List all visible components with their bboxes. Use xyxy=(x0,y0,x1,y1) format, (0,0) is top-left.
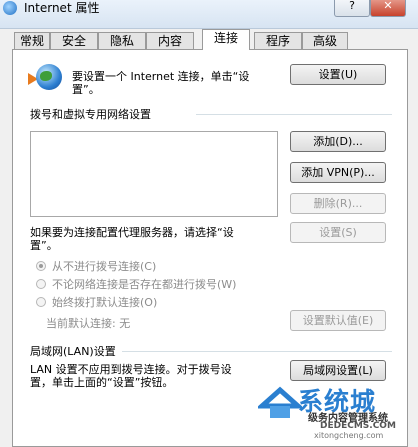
watermark-url-2: xitongcheng.com xyxy=(314,431,384,440)
tab-privacy[interactable]: 隐私 xyxy=(98,32,146,49)
tab-general[interactable]: 常规 xyxy=(14,32,50,49)
proxy-text-line1: 如果要为连接配置代理服务器，请选择“设 xyxy=(30,226,234,239)
add-vpn-button[interactable]: 添加 VPN(P)... xyxy=(290,162,386,183)
section-divider xyxy=(122,351,392,352)
lan-text-line2: 置，单击上面的“设置”按钮。 xyxy=(30,376,174,389)
tab-programs[interactable]: 程序 xyxy=(254,32,302,49)
globe-icon xyxy=(36,64,62,90)
window-title: Internet 属性 xyxy=(24,1,100,15)
radio-never-dial[interactable] xyxy=(36,261,46,271)
radio-always-dial[interactable] xyxy=(36,297,46,307)
help-button[interactable]: ? xyxy=(334,0,370,17)
title-bar: Internet 属性 ? ✕ xyxy=(0,0,418,29)
current-default-connection: 当前默认连接: 无 xyxy=(46,317,131,330)
radio-dial-when-no-network[interactable] xyxy=(36,279,46,289)
connections-list[interactable] xyxy=(30,131,278,217)
setup-text-line2: 置”。 xyxy=(72,83,100,96)
lan-heading: 局域网(LAN)设置 xyxy=(30,345,116,358)
setup-button[interactable]: 设置(U) xyxy=(290,64,386,85)
tab-advanced[interactable]: 高级 xyxy=(302,32,348,49)
dialup-heading: 拨号和虚拟专用网络设置 xyxy=(30,108,151,121)
close-button[interactable]: ✕ xyxy=(370,0,406,17)
proxy-text-line2: 置”。 xyxy=(30,239,58,252)
radio-dial-when-no-network-label: 不论网络连接是否存在都进行拨号(W) xyxy=(52,278,237,291)
radio-never-dial-label: 从不进行拨号连接(C) xyxy=(52,260,157,273)
radio-always-dial-label: 始终拨打默认连接(O) xyxy=(52,296,158,309)
house-logo-icon xyxy=(258,386,302,418)
watermark-url: DEDECMS.COM xyxy=(320,421,396,431)
tab-connections[interactable]: 连接 xyxy=(202,29,250,50)
site-watermark: 系统城 级务内容管理系统 DEDECMS.COM xitongcheng.com xyxy=(258,384,418,442)
internet-explorer-icon xyxy=(3,1,17,15)
delete-button[interactable]: 删除(R)... xyxy=(290,193,386,214)
section-divider xyxy=(196,114,392,115)
lan-settings-button[interactable]: 局域网设置(L) xyxy=(290,360,386,381)
proxy-settings-button[interactable]: 设置(S) xyxy=(290,222,386,243)
tab-security[interactable]: 安全 xyxy=(50,32,98,49)
set-default-button[interactable]: 设置默认值(E) xyxy=(290,310,386,331)
tab-content[interactable]: 内容 xyxy=(146,32,194,49)
add-button[interactable]: 添加(D)... xyxy=(290,131,386,152)
